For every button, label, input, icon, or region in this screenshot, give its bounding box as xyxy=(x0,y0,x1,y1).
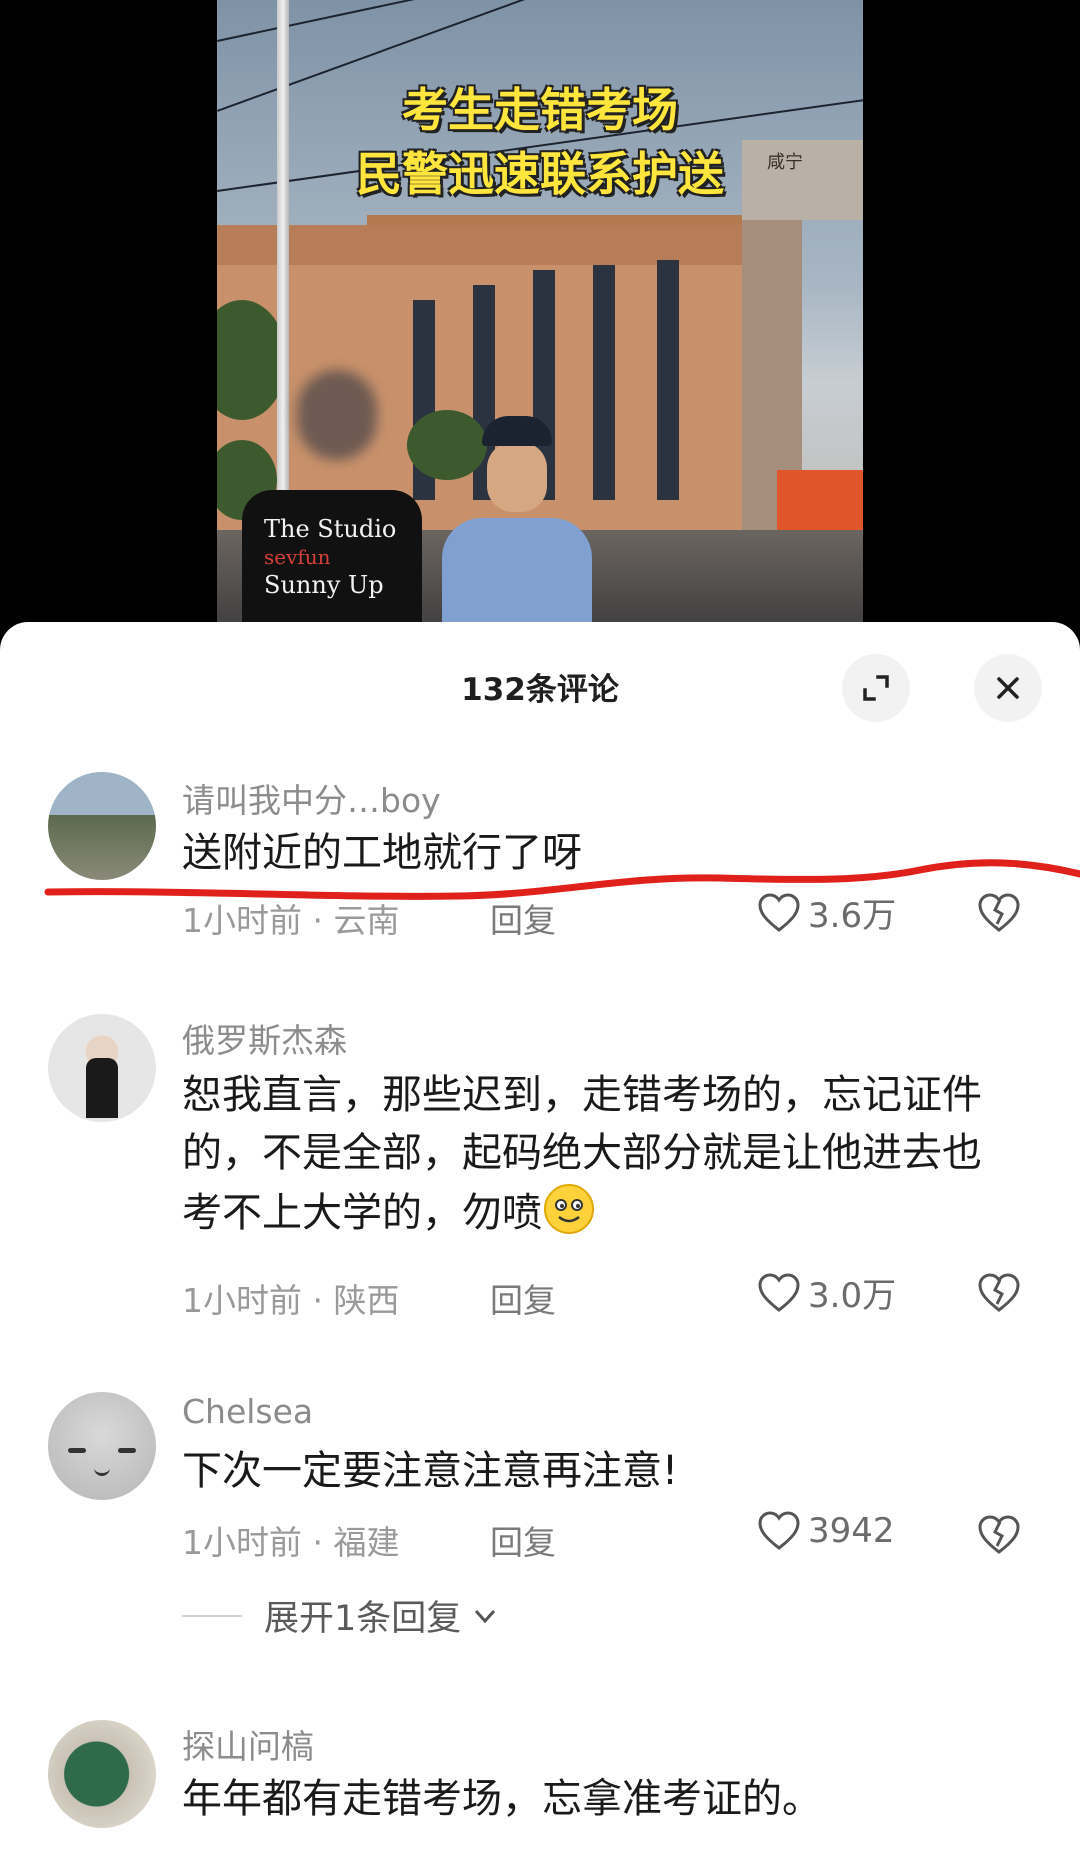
comment-username[interactable]: 探山问槁 xyxy=(182,1720,314,1768)
comment-username[interactable]: 俄罗斯杰森 xyxy=(182,1014,347,1062)
comment-username[interactable]: 请叫我中分…boy xyxy=(182,774,441,822)
avatar[interactable] xyxy=(48,1014,156,1122)
like-count: 3.6万 xyxy=(808,896,897,936)
expand-icon xyxy=(863,675,889,701)
avatar[interactable] xyxy=(48,1720,156,1828)
video-caption: 考生走错考场 民警迅速联系护送 xyxy=(217,78,863,206)
broken-heart-icon[interactable] xyxy=(976,890,1022,934)
chevron-down-icon xyxy=(475,1609,496,1623)
comment-time-location: 1小时前 · 陕西 xyxy=(182,1281,400,1320)
broken-heart-icon[interactable] xyxy=(976,1512,1022,1556)
tent xyxy=(777,470,863,530)
video-player[interactable]: 咸宁 The Studio sevfun Sunny Up 考生走错考场 民警迅… xyxy=(0,0,1080,640)
comment-text: 恕我直言，那些迟到，走错考场的，忘记证件的，不是全部，起码绝大部分就是让他进去也… xyxy=(182,1066,1012,1242)
expand-replies-label: 展开1条回复 xyxy=(264,1599,462,1639)
comment-text: 年年都有走错考场，忘拿准考证的。 xyxy=(182,1776,822,1822)
video-caption-line1: 考生走错考场 xyxy=(402,83,678,137)
comments-count-title: 132条评论 xyxy=(461,672,619,708)
like-button[interactable]: 3.0万 xyxy=(756,1268,896,1317)
student-figure: The Studio sevfun Sunny Up xyxy=(242,370,422,640)
expand-replies-button[interactable]: 展开1条回复 xyxy=(182,1590,501,1641)
avatar[interactable] xyxy=(48,772,156,880)
like-button[interactable]: 3942 xyxy=(756,1510,895,1552)
heart-icon xyxy=(758,1272,800,1312)
like-button[interactable]: 3.6万 xyxy=(756,888,896,937)
like-count: 3.0万 xyxy=(808,1276,897,1316)
heart-icon xyxy=(758,1511,800,1550)
police-officer-figure xyxy=(442,410,592,640)
heart-icon xyxy=(758,892,800,932)
smile-emoji-icon xyxy=(544,1184,594,1234)
reply-button[interactable]: 回复 xyxy=(490,894,556,942)
comment-text: 送附近的工地就行了呀 xyxy=(182,830,582,876)
comment-text: 下次一定要注意注意再注意! xyxy=(182,1448,679,1494)
reply-button[interactable]: 回复 xyxy=(490,1274,556,1322)
divider xyxy=(182,1614,242,1617)
reply-button[interactable]: 回复 xyxy=(490,1516,556,1564)
expand-button[interactable] xyxy=(842,654,910,722)
shirt-text-line1: The Studio xyxy=(264,515,397,543)
video-caption-line2: 民警迅速联系护送 xyxy=(356,147,724,201)
comments-panel: 132条评论 请叫我中分…boy 送附近的工地就行了呀 1小时前 · 云南 回复… xyxy=(0,622,1080,1868)
comment-time-location: 1小时前 · 云南 xyxy=(182,901,400,940)
comment-time-location: 1小时前 · 福建 xyxy=(182,1523,400,1562)
close-button[interactable] xyxy=(974,654,1042,722)
avatar[interactable] xyxy=(48,1392,156,1500)
broken-heart-icon[interactable] xyxy=(976,1270,1022,1314)
close-icon xyxy=(997,677,1019,699)
shirt-text-line2: sevfun xyxy=(264,545,331,569)
comment-username[interactable]: Chelsea xyxy=(182,1392,313,1431)
shirt-text-line3: Sunny Up xyxy=(264,571,384,599)
like-count: 3942 xyxy=(808,1511,895,1551)
